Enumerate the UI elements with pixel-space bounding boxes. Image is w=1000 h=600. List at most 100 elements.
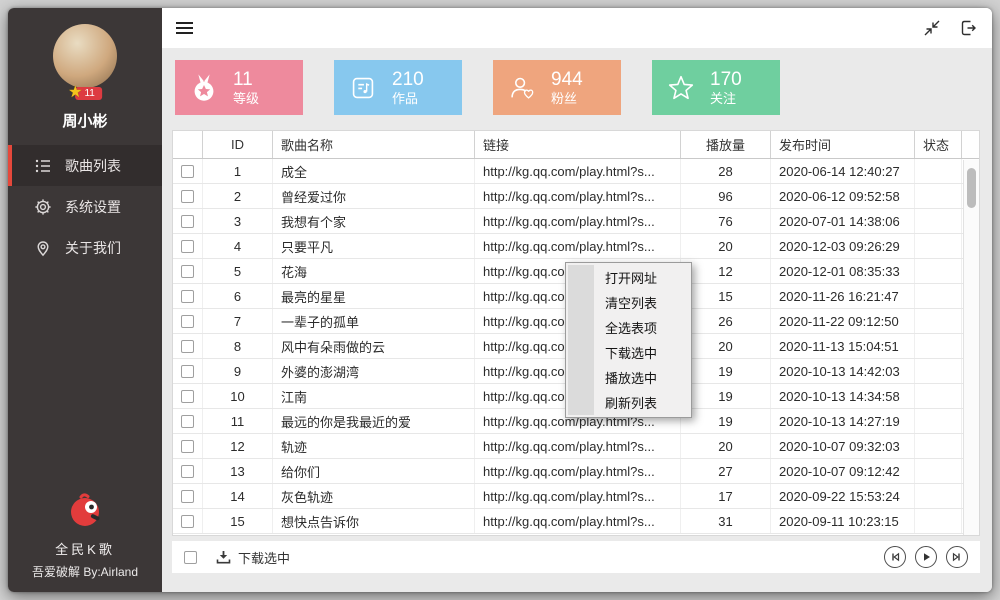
- row-id: 14: [203, 484, 273, 508]
- context-menu: 打开网址 清空列表 全选表项 下载选中 播放选中 刷新列表: [565, 262, 692, 418]
- play-icon: [920, 551, 932, 563]
- star-badge-icon: ★: [68, 86, 82, 100]
- select-all-checkbox[interactable]: [184, 551, 197, 564]
- collapse-window-icon[interactable]: [922, 18, 942, 38]
- table-row[interactable]: 3 我想有个家 http://kg.qq.com/play.html?s... …: [173, 209, 979, 234]
- sidebar-item-settings[interactable]: 系统设置: [8, 186, 162, 227]
- row-id: 11: [203, 409, 273, 433]
- previous-track-button[interactable]: [884, 546, 906, 568]
- avatar-image: [53, 24, 117, 88]
- row-plays: 17: [681, 484, 771, 508]
- row-plays: 20: [681, 434, 771, 458]
- bottombar: 下载选中: [172, 541, 980, 573]
- download-selected-button[interactable]: 下载选中: [215, 548, 290, 567]
- row-status: [915, 459, 962, 483]
- stat-label: 粉丝: [551, 91, 583, 107]
- location-pin-icon: [34, 239, 52, 257]
- level-badge: ★ 11: [68, 86, 102, 100]
- row-checkbox[interactable]: [181, 290, 194, 303]
- row-link: http://kg.qq.com/play.html?s...: [475, 434, 681, 458]
- table-row[interactable]: 15 想快点告诉你 http://kg.qq.com/play.html?s..…: [173, 509, 979, 534]
- row-checkbox[interactable]: [181, 390, 194, 403]
- stat-card-works: 210 作品: [334, 60, 462, 115]
- row-plays: 27: [681, 459, 771, 483]
- header-publish-time: 发布时间: [771, 131, 915, 158]
- row-link: http://kg.qq.com/play.html?s...: [475, 459, 681, 483]
- row-publish-time: 2020-10-13 14:42:03: [771, 359, 915, 383]
- row-song-name: 我想有个家: [273, 209, 475, 233]
- row-checkbox[interactable]: [181, 215, 194, 228]
- row-publish-time: 2020-10-13 14:34:58: [771, 384, 915, 408]
- row-id: 8: [203, 334, 273, 358]
- row-status: [915, 159, 962, 183]
- scrollbar-thumb[interactable]: [967, 168, 976, 208]
- table-row[interactable]: 12 轨迹 http://kg.qq.com/play.html?s... 20…: [173, 434, 979, 459]
- row-song-name: 想快点告诉你: [273, 509, 475, 533]
- row-plays: 96: [681, 184, 771, 208]
- row-publish-time: 2020-12-01 08:35:33: [771, 259, 915, 283]
- row-publish-time: 2020-11-13 15:04:51: [771, 334, 915, 358]
- row-status: [915, 484, 962, 508]
- row-id: 12: [203, 434, 273, 458]
- sidebar-item-song-list[interactable]: 歌曲列表: [8, 145, 162, 186]
- context-menu-item[interactable]: 下载选中: [568, 340, 689, 365]
- previous-icon: [889, 551, 901, 563]
- row-status: [915, 409, 962, 433]
- table-row[interactable]: 4 只要平凡 http://kg.qq.com/play.html?s... 2…: [173, 234, 979, 259]
- context-menu-item[interactable]: 全选表项: [568, 315, 689, 340]
- table-row[interactable]: 1 成全 http://kg.qq.com/play.html?s... 28 …: [173, 159, 979, 184]
- row-status: [915, 184, 962, 208]
- row-publish-time: 2020-06-14 12:40:27: [771, 159, 915, 183]
- row-checkbox[interactable]: [181, 515, 194, 528]
- row-publish-time: 2020-09-22 15:53:24: [771, 484, 915, 508]
- row-checkbox[interactable]: [181, 265, 194, 278]
- stat-label: 等级: [233, 91, 259, 107]
- gear-icon: [34, 198, 52, 216]
- row-publish-time: 2020-11-26 16:21:47: [771, 284, 915, 308]
- row-checkbox[interactable]: [181, 440, 194, 453]
- row-checkbox[interactable]: [181, 315, 194, 328]
- row-song-name: 花海: [273, 259, 475, 283]
- row-checkbox[interactable]: [181, 365, 194, 378]
- row-checkbox[interactable]: [181, 165, 194, 178]
- stat-label: 关注: [710, 91, 742, 107]
- table-row[interactable]: 14 灰色轨迹 http://kg.qq.com/play.html?s... …: [173, 484, 979, 509]
- hamburger-menu-icon[interactable]: [176, 19, 193, 37]
- context-menu-item[interactable]: 清空列表: [568, 290, 689, 315]
- table-row[interactable]: 2 曾经爱过你 http://kg.qq.com/play.html?s... …: [173, 184, 979, 209]
- table-scrollbar[interactable]: [963, 160, 979, 535]
- stat-value: 170: [710, 69, 742, 91]
- sidebar-item-label: 歌曲列表: [65, 156, 121, 176]
- row-checkbox[interactable]: [181, 240, 194, 253]
- row-publish-time: 2020-07-01 14:38:06: [771, 209, 915, 233]
- app-credit: 吾爱破解 By:Airland: [32, 563, 138, 580]
- row-song-name: 一辈子的孤单: [273, 309, 475, 333]
- table-row[interactable]: 13 给你们 http://kg.qq.com/play.html?s... 2…: [173, 459, 979, 484]
- next-track-button[interactable]: [946, 546, 968, 568]
- stat-card-level: 11 等级: [175, 60, 303, 115]
- row-song-name: 给你们: [273, 459, 475, 483]
- header-song-name: 歌曲名称: [273, 131, 475, 158]
- row-checkbox[interactable]: [181, 190, 194, 203]
- row-song-name: 风中有朵雨做的云: [273, 334, 475, 358]
- row-publish-time: 2020-10-07 09:12:42: [771, 459, 915, 483]
- avatar[interactable]: ★ 11: [52, 24, 118, 100]
- exit-icon[interactable]: [958, 18, 978, 38]
- sidebar-item-about[interactable]: 关于我们: [8, 227, 162, 268]
- sidebar-footer: 全民K歌 吾爱破解 By:Airland: [32, 492, 138, 580]
- stat-value: 944: [551, 69, 583, 91]
- row-status: [915, 509, 962, 533]
- next-icon: [951, 551, 963, 563]
- row-checkbox[interactable]: [181, 340, 194, 353]
- row-id: 9: [203, 359, 273, 383]
- row-checkbox[interactable]: [181, 415, 194, 428]
- row-checkbox[interactable]: [181, 490, 194, 503]
- play-button[interactable]: [915, 546, 937, 568]
- context-menu-item[interactable]: 播放选中: [568, 365, 689, 390]
- row-checkbox[interactable]: [181, 465, 194, 478]
- row-id: 6: [203, 284, 273, 308]
- context-menu-item[interactable]: 打开网址: [568, 265, 689, 290]
- context-menu-item[interactable]: 刷新列表: [568, 390, 689, 415]
- row-plays: 15: [681, 284, 771, 308]
- row-publish-time: 2020-10-13 14:27:19: [771, 409, 915, 433]
